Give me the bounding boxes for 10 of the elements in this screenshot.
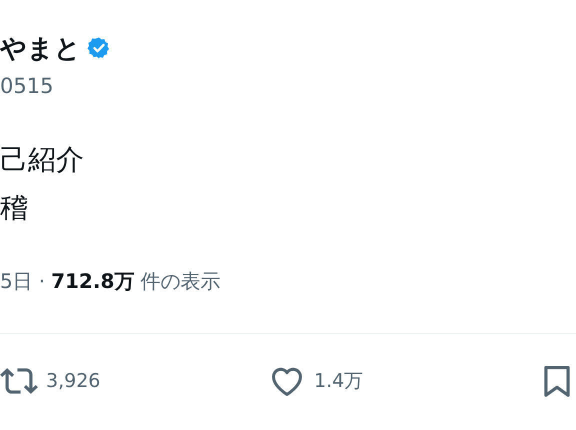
action-count: 3,926 [46, 370, 100, 392]
view-count: 712.8万 [51, 268, 134, 295]
display-name: やまと [0, 32, 81, 66]
post-date[interactable]: 5日 [0, 268, 33, 295]
post-text: 己紹介 [0, 142, 85, 178]
separator: · [38, 269, 46, 293]
views-label: 件の表示 [140, 268, 220, 295]
post-text: 稽 [0, 190, 29, 226]
user-handle[interactable]: 0515 [0, 74, 576, 98]
action-count: 1.4万 [314, 369, 364, 394]
